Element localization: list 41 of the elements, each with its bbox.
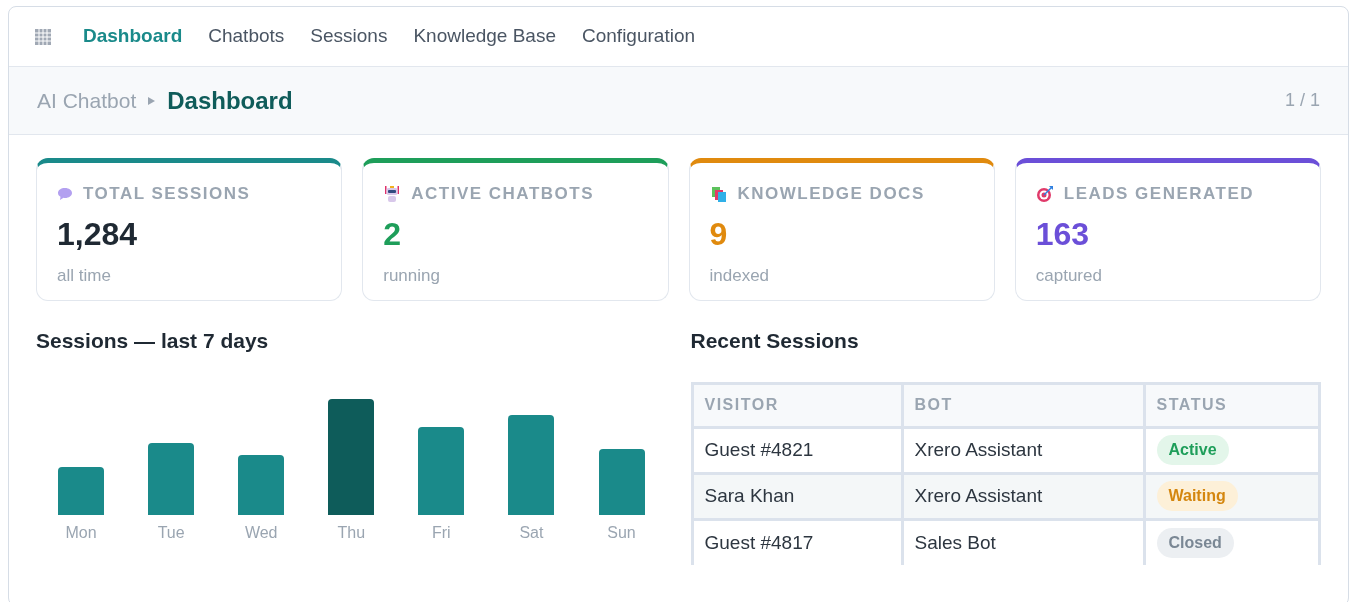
nav-tab[interactable]: Sessions: [310, 22, 388, 51]
books-icon: [709, 184, 728, 203]
day-label: Sat: [519, 522, 544, 543]
day-label: Thu: [337, 522, 366, 543]
day-label: Mon: [65, 522, 97, 543]
card-title: TOTAL SESSIONS: [83, 183, 251, 205]
grid-menu-icon[interactable]: [35, 28, 51, 45]
card-caption: running: [383, 264, 441, 287]
status-badge: Active: [1156, 435, 1229, 465]
robot-icon: [383, 184, 402, 203]
card-caption: captured: [1035, 264, 1103, 287]
speech-bubble-icon: [57, 186, 73, 201]
card-caption: all time: [57, 264, 112, 287]
page-title: Dashboard: [167, 85, 293, 116]
nav-tab[interactable]: Dashboard: [83, 22, 183, 51]
section-title: Recent Sessions: [690, 328, 860, 354]
card-title: LEADS GENERATED: [1063, 183, 1255, 205]
card-value: 2: [383, 214, 403, 254]
status-badge: Closed: [1156, 527, 1234, 558]
table-cell: Sales Bot: [902, 519, 1144, 565]
pager: 1 / 1: [1284, 89, 1320, 112]
nav-tab[interactable]: Knowledge Base: [413, 22, 556, 51]
chart-title: Sessions — last 7 days: [36, 328, 270, 354]
card-title: ACTIVE CHATBOTS: [411, 183, 594, 205]
column-header: VISITOR: [692, 383, 902, 427]
card-value: 1,284: [57, 214, 139, 254]
day-label: Sun: [607, 522, 636, 543]
card-caption: indexed: [709, 264, 771, 287]
table-cell: Guest #4817: [692, 519, 902, 565]
nav-tab[interactable]: Chatbots: [208, 22, 285, 51]
status-badge: Waiting: [1156, 481, 1238, 511]
card-title: KNOWLEDGE DOCS: [737, 183, 925, 205]
nav-tab[interactable]: Configuration: [582, 22, 696, 51]
card-value: 9: [709, 214, 729, 254]
target-icon: [1035, 184, 1054, 203]
day-label: Tue: [157, 522, 185, 543]
card-value: 163: [1035, 214, 1091, 254]
day-label: Wed: [244, 522, 278, 543]
column-header: BOT: [902, 383, 1144, 427]
day-label: Fri: [432, 522, 451, 543]
chevron-right-icon: [148, 96, 156, 105]
